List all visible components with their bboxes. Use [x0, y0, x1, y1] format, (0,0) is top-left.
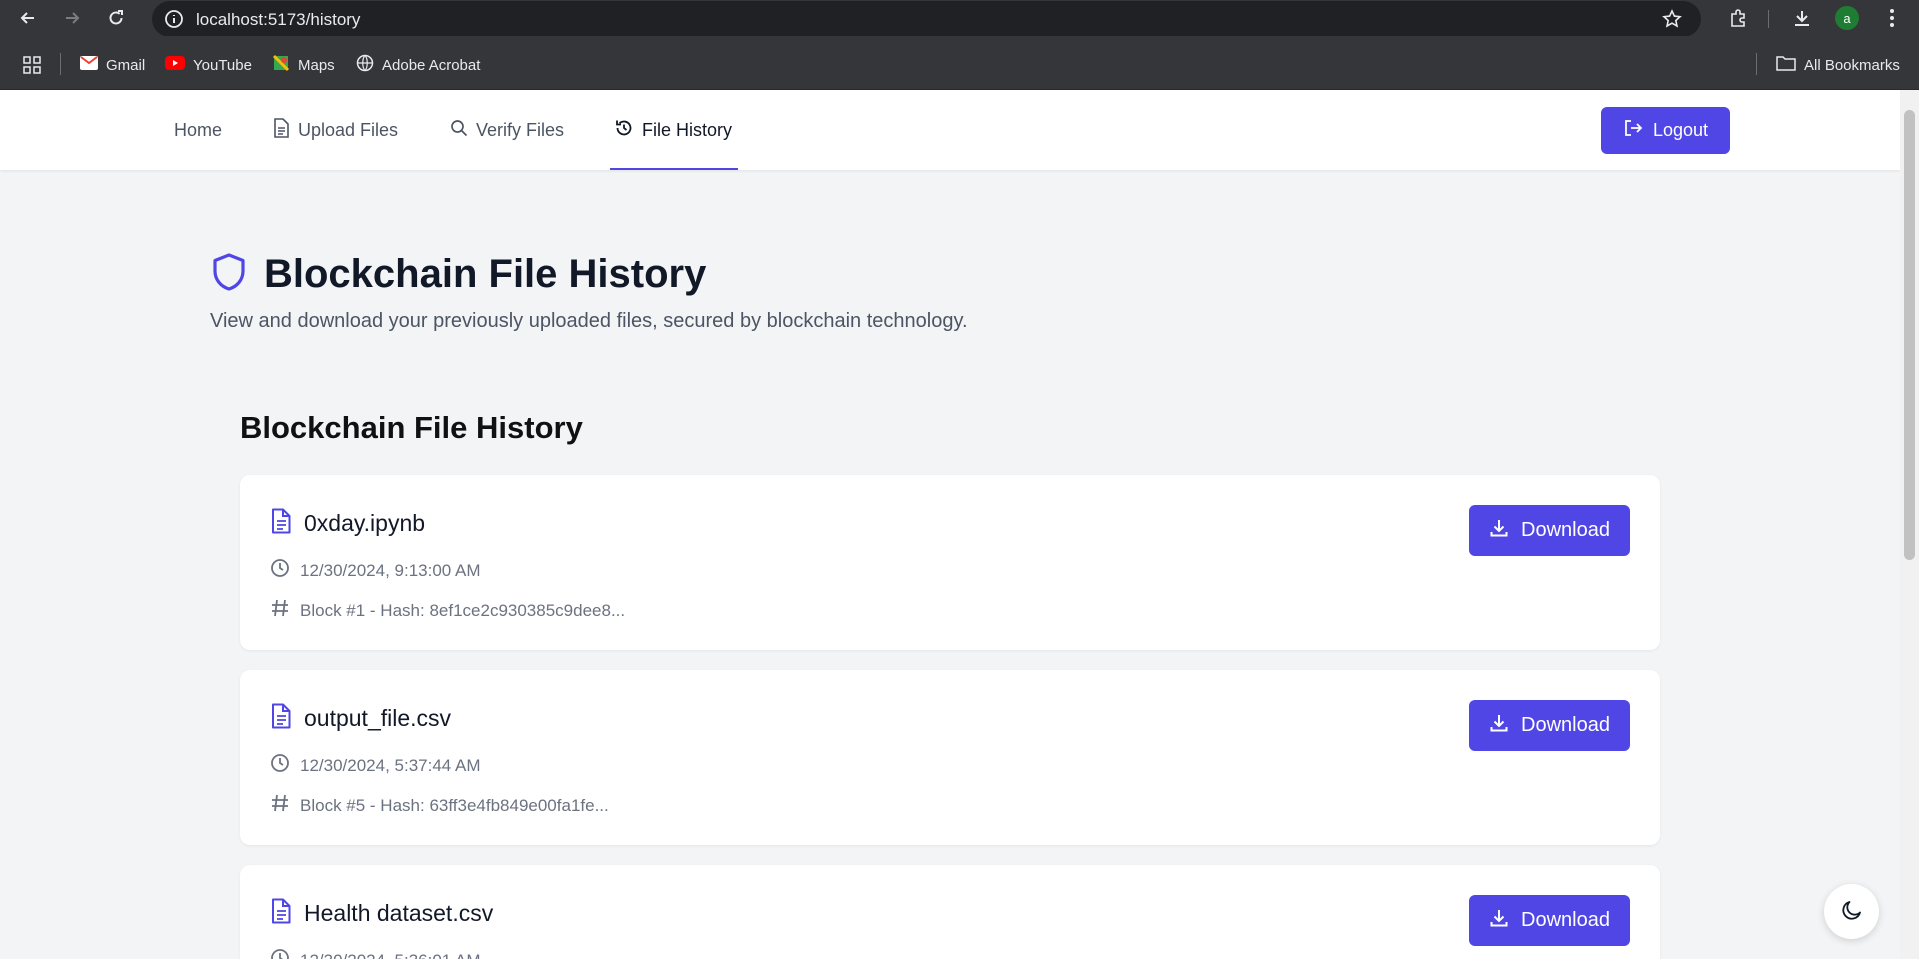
site-info-icon[interactable]	[164, 9, 184, 34]
bookmark-youtube[interactable]: YouTube	[165, 54, 252, 76]
file-name-row: output_file.csv	[270, 703, 451, 734]
bookmark-divider	[1756, 53, 1757, 75]
file-timestamp: 12/30/2024, 9:13:00 AM	[300, 560, 481, 580]
file-name: output_file.csv	[304, 705, 452, 731]
file-icon	[272, 117, 290, 143]
logout-button[interactable]: Logout	[1601, 107, 1730, 154]
toolbar-divider	[1768, 10, 1769, 28]
bookmark-star-icon[interactable]	[1662, 9, 1682, 29]
clock-icon	[270, 753, 290, 778]
avatar[interactable]: a	[1835, 6, 1859, 30]
reload-icon[interactable]	[104, 6, 128, 30]
file-timestamp: 12/30/2024, 5:36:01 AM	[300, 951, 481, 959]
file-icon	[270, 703, 292, 734]
nav-file-history[interactable]: File History	[610, 90, 739, 170]
page-header: Blockchain File History	[210, 252, 706, 297]
file-block-row: Block #5 - Hash: 63ff3e4fb849e00fa1fe...	[270, 793, 609, 818]
nav-verify-files[interactable]: Verify Files	[450, 90, 564, 170]
dark-mode-toggle[interactable]	[1824, 884, 1879, 939]
address-bar[interactable]: localhost:5173/history	[152, 1, 1701, 37]
browser-toolbar: localhost:5173/history a	[0, 0, 1919, 37]
page-title: Blockchain File History	[264, 252, 707, 296]
file-timestamp-row: 12/30/2024, 5:37:44 AM	[270, 753, 481, 778]
folder-icon	[1776, 55, 1796, 75]
shield-icon	[210, 252, 248, 297]
gmail-icon	[80, 56, 98, 74]
nav-upload-files[interactable]: Upload Files	[272, 90, 398, 170]
all-bookmarks[interactable]: All Bookmarks	[1776, 54, 1900, 76]
history-icon	[614, 118, 634, 143]
globe-icon	[356, 54, 374, 76]
file-name: 0xday.ipynb	[304, 510, 426, 536]
extensions-icon[interactable]	[1726, 6, 1750, 30]
youtube-icon	[165, 56, 185, 74]
download-icon	[1489, 518, 1509, 544]
download-button[interactable]: Download	[1469, 895, 1630, 946]
scrollbar-thumb[interactable]	[1904, 110, 1915, 560]
file-icon	[270, 508, 292, 539]
file-icon	[270, 898, 292, 929]
moon-icon	[1840, 898, 1864, 925]
download-button[interactable]: Download	[1469, 700, 1630, 751]
file-timestamp-row: 12/30/2024, 9:13:00 AM	[270, 558, 481, 583]
file-block-hash: Block #1 - Hash: 8ef1ce2c930385c9dee8...	[300, 600, 626, 620]
apps-grid-icon[interactable]	[21, 54, 43, 76]
hash-icon	[270, 598, 290, 623]
url-text: localhost:5173/history	[196, 10, 361, 29]
file-card: 0xday.ipynb 12/30/2024, 9:13:00 AM Block…	[240, 475, 1660, 650]
file-card: output_file.csv 12/30/2024, 5:37:44 AM B…	[240, 670, 1660, 845]
clock-icon	[270, 948, 290, 959]
download-icon	[1489, 908, 1509, 934]
menu-kebab-icon[interactable]	[1880, 6, 1904, 30]
bookmark-divider	[60, 53, 61, 75]
search-icon	[450, 119, 468, 142]
file-block-hash: Block #5 - Hash: 63ff3e4fb849e00fa1fe...	[300, 795, 609, 815]
app-navbar: Home Upload Files Verify Files File Hist…	[0, 90, 1900, 170]
download-icon[interactable]	[1790, 6, 1814, 30]
bookmark-adobe-acrobat[interactable]: Adobe Acrobat	[356, 54, 480, 76]
back-icon[interactable]	[16, 6, 40, 30]
file-card: Health dataset.csv 12/30/2024, 5:36:01 A…	[240, 865, 1660, 959]
maps-icon	[272, 54, 290, 76]
hash-icon	[270, 793, 290, 818]
file-timestamp-row: 12/30/2024, 5:36:01 AM	[270, 948, 481, 959]
nav-home[interactable]: Home	[174, 90, 222, 170]
forward-icon[interactable]	[60, 6, 84, 30]
file-name: Health dataset.csv	[304, 900, 494, 926]
file-timestamp: 12/30/2024, 5:37:44 AM	[300, 755, 481, 775]
logout-icon	[1623, 118, 1643, 143]
file-name-row: 0xday.ipynb	[270, 508, 425, 539]
download-button[interactable]: Download	[1469, 505, 1630, 556]
page-subtitle: View and download your previously upload…	[210, 310, 968, 332]
section-title: Blockchain File History	[240, 410, 583, 445]
file-block-row: Block #1 - Hash: 8ef1ce2c930385c9dee8...	[270, 598, 625, 623]
download-icon	[1489, 713, 1509, 739]
bookmark-gmail[interactable]: Gmail	[80, 54, 145, 76]
file-name-row: Health dataset.csv	[270, 898, 493, 929]
bookmark-maps[interactable]: Maps	[272, 54, 335, 76]
clock-icon	[270, 558, 290, 583]
